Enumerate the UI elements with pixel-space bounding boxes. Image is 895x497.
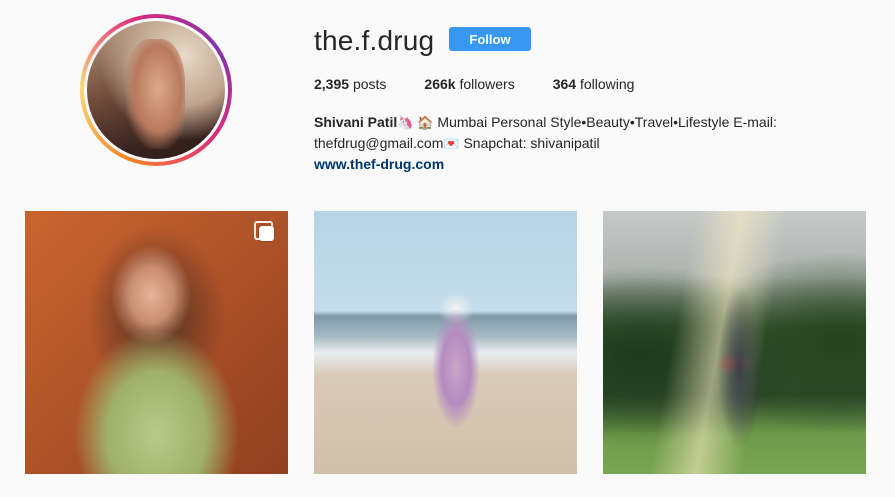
- followers-label: followers: [459, 76, 515, 92]
- profile-full-name: Shivani Patil: [314, 114, 398, 130]
- posts-stat: 2,395 posts: [314, 76, 386, 92]
- following-label: following: [579, 76, 635, 92]
- follow-button[interactable]: Follow: [449, 27, 531, 51]
- following-stat[interactable]: 364 following: [553, 76, 635, 92]
- bio-line-1: Mumbai Personal Style•Beauty•Travel•Life…: [437, 114, 777, 130]
- post-thumbnail[interactable]: [603, 211, 866, 474]
- unicorn-icon: 🦄: [397, 115, 414, 130]
- profile-bio: Shivani Patil🦄 🏠 Mumbai Personal Style•B…: [314, 112, 814, 174]
- bio-snapchat: Snapchat: shivanipatil: [463, 135, 600, 151]
- post-thumbnail[interactable]: [314, 211, 577, 474]
- profile-website-link[interactable]: www.thef-drug.com: [314, 154, 814, 174]
- profile-username: the.f.drug: [314, 25, 435, 56]
- avatar[interactable]: [87, 21, 225, 159]
- bio-email: thefdrug@gmail.com: [314, 135, 444, 151]
- profile-stats: 2,395 posts 266k followers 364 following: [314, 76, 672, 92]
- post-thumbnail[interactable]: [25, 211, 288, 474]
- posts-label: posts: [352, 76, 387, 92]
- followers-count: 266k: [424, 76, 456, 92]
- multiple-photos-icon: [254, 221, 276, 243]
- love-letter-icon: 💌: [443, 136, 460, 151]
- posts-count: 2,395: [314, 76, 350, 92]
- followers-stat[interactable]: 266k followers: [424, 76, 514, 92]
- following-count: 364: [552, 76, 577, 92]
- house-icon: 🏠: [417, 115, 434, 130]
- avatar-story-ring[interactable]: [80, 14, 232, 166]
